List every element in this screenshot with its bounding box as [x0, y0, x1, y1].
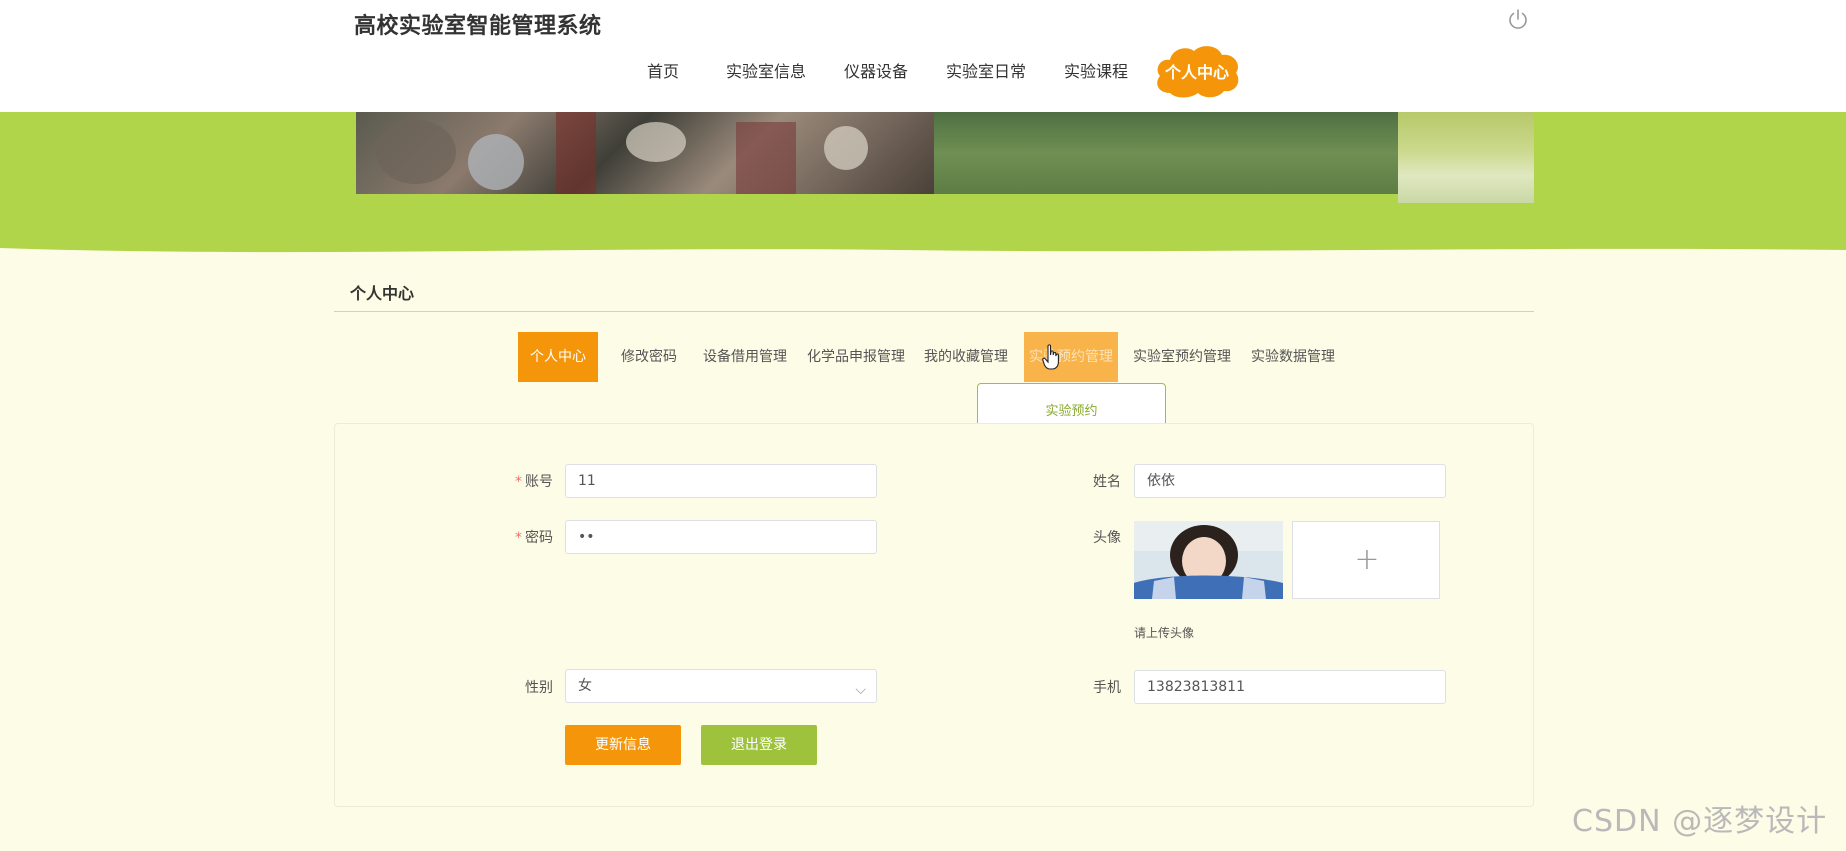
name-label: 姓名 [1093, 474, 1121, 490]
main-nav: 首页 实验室信息 仪器设备 实验室日常 实验课程 [0, 44, 1846, 96]
power-icon[interactable] [1506, 8, 1530, 32]
nav-lab-info[interactable]: 实验室信息 [726, 58, 806, 82]
banner-photo-students [356, 112, 935, 194]
watermark: CSDN @逐梦设计 [1572, 804, 1828, 839]
avatar-image [1134, 521, 1283, 599]
avatar-label: 头像 [1093, 530, 1121, 546]
banner-photo-lake [1398, 112, 1534, 203]
tab-personal-center[interactable]: 个人中心 [518, 332, 598, 382]
site-title: 高校实验室智能管理系统 [354, 14, 602, 39]
nav-home[interactable]: 首页 [647, 58, 679, 82]
phone-input[interactable]: 13823813811 [1134, 670, 1446, 704]
nav-courses[interactable]: 实验课程 [1064, 58, 1128, 82]
avatar-upload-hint: 请上传头像 [1134, 626, 1195, 640]
title-divider [334, 311, 1534, 312]
banner-photo-lawn [934, 112, 1398, 194]
account-label: * 账号 [515, 474, 553, 490]
password-label: * 密码 [515, 530, 553, 546]
gender-label: 性别 [525, 680, 553, 696]
page-title: 个人中心 [350, 284, 415, 303]
nav-personal-center-label: 个人中心 [1164, 63, 1229, 82]
update-info-button[interactable]: 更新信息 [565, 725, 681, 765]
password-input[interactable]: •• [565, 520, 877, 554]
tab-chemical-report[interactable]: 化学品申报管理 [802, 332, 910, 382]
tab-favorites[interactable]: 我的收藏管理 [918, 332, 1014, 382]
logout-button[interactable]: 退出登录 [701, 725, 817, 765]
gender-select[interactable]: 女 ⌵ [565, 669, 877, 703]
phone-label: 手机 [1093, 680, 1121, 696]
required-mark: * [515, 530, 522, 546]
tab-experiment-booking[interactable]: 实验预约管理 [1024, 332, 1118, 382]
banner-wave [0, 248, 1846, 266]
avatar-upload-button[interactable]: + [1292, 521, 1440, 599]
chevron-down-icon: ⌵ [855, 682, 866, 698]
tab-lab-booking[interactable]: 实验室预约管理 [1128, 332, 1236, 382]
nav-instruments[interactable]: 仪器设备 [844, 58, 908, 82]
hand-cursor-icon [1042, 344, 1059, 370]
center-tabs: 个人中心 修改密码 设备借用管理 化学品申报管理 我的收藏管理 实验预约管理 实… [0, 332, 1846, 382]
nav-personal-center[interactable]: 个人中心 [1152, 41, 1242, 101]
top-header: 高校实验室智能管理系统 首页 实验室信息 仪器设备 实验室日常 实验课程 个人中… [0, 0, 1846, 112]
required-mark: * [515, 474, 522, 490]
account-input[interactable]: 11 [565, 464, 877, 498]
tab-experiment-data[interactable]: 实验数据管理 [1246, 332, 1340, 382]
name-input[interactable]: 依依 [1134, 464, 1446, 498]
tab-change-password[interactable]: 修改密码 [609, 332, 689, 382]
nav-lab-daily[interactable]: 实验室日常 [946, 58, 1026, 82]
plus-icon: + [1354, 542, 1380, 577]
gender-selected-value: 女 [578, 678, 592, 694]
tab-equipment-borrow[interactable]: 设备借用管理 [698, 332, 792, 382]
